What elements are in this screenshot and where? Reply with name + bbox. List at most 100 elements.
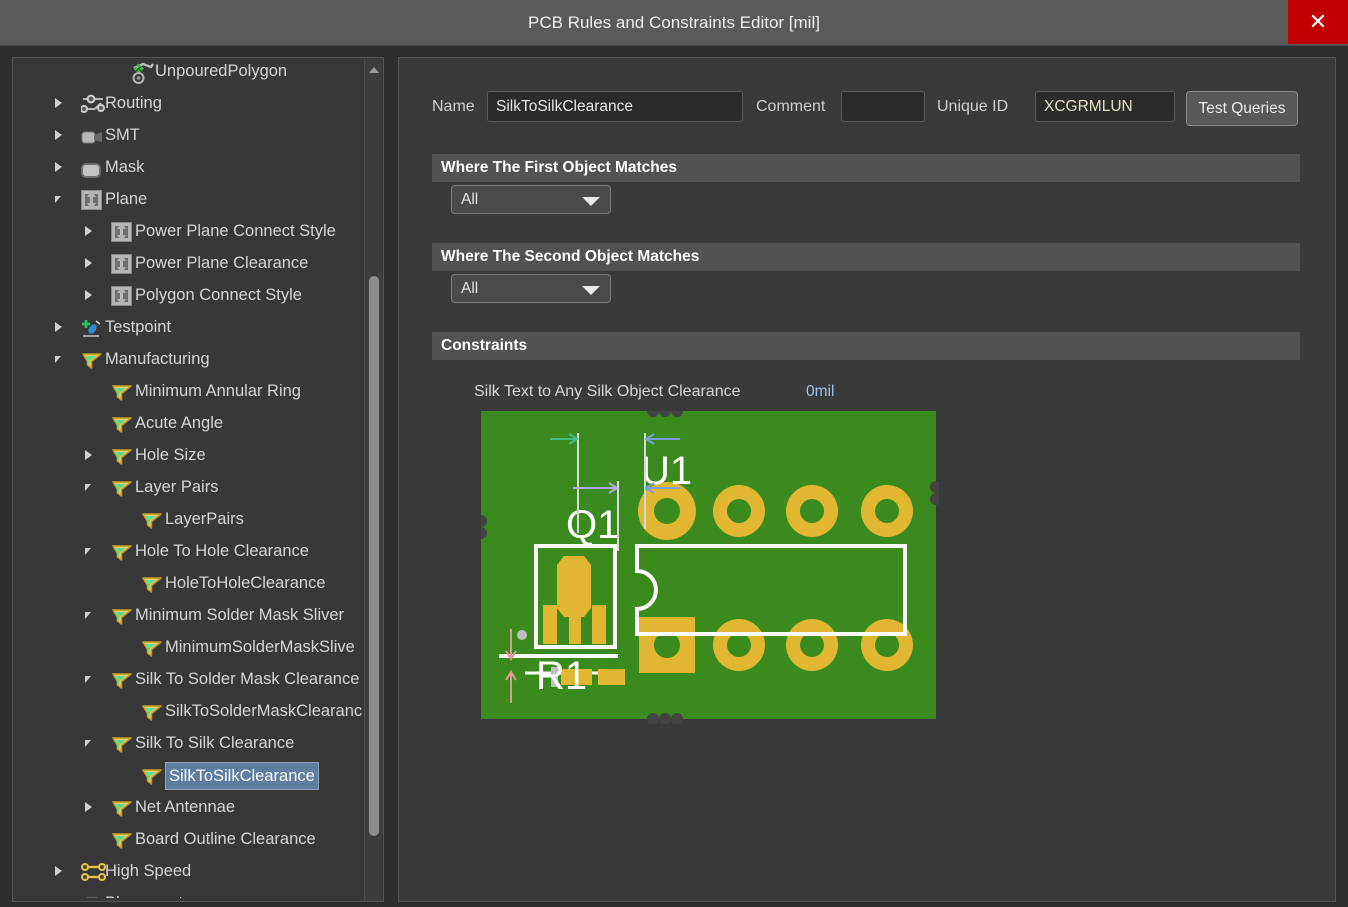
triangle-glyph [85, 548, 91, 555]
mask-icon [81, 157, 102, 177]
tree-item-label: Placement [105, 887, 183, 898]
tree-item-routing[interactable]: Routing [13, 87, 365, 119]
tree-item-minimumsoldermaskslive[interactable]: MinimumSolderMaskSlive [13, 631, 365, 663]
expand-triangle-icon[interactable] [53, 855, 67, 887]
tree-item-holetoholeclearance[interactable]: HoleToHoleClearance [13, 567, 365, 599]
pcb-designator-q1: Q1 [566, 503, 619, 547]
test-queries-button[interactable]: Test Queries [1186, 91, 1298, 126]
tree-item-power-plane-clearance[interactable]: Power Plane Clearance [13, 247, 365, 279]
tree-item-minimum-solder-mask-sliver[interactable]: Minimum Solder Mask Sliver [13, 599, 365, 631]
tree-scrollbar[interactable] [364, 59, 382, 902]
tree-item-unpouredpolygon[interactable]: UnpouredPolygon [13, 57, 365, 87]
expand-triangle-icon[interactable] [53, 311, 67, 343]
second-object-scope-value: All [461, 275, 478, 302]
triangle-glyph [55, 98, 62, 108]
manufacturing-icon [111, 797, 132, 817]
triangle-glyph [85, 484, 91, 491]
manufacturing-icon [111, 477, 132, 497]
manufacturing-icon [111, 733, 132, 753]
collapse-triangle-icon[interactable] [53, 183, 67, 215]
tree-item-plane[interactable]: Plane [13, 183, 365, 215]
tree-item-label: Power Plane Connect Style [135, 215, 336, 247]
chevron-down-icon [582, 197, 600, 206]
first-object-scope-value: All [461, 186, 478, 213]
expand-triangle-icon[interactable] [83, 247, 97, 279]
expand-triangle-icon[interactable] [83, 439, 97, 471]
expand-triangle-icon[interactable] [53, 887, 67, 898]
manufacturing-icon [141, 765, 162, 785]
triangle-glyph [85, 290, 92, 300]
tree-item-silktosilkclearance[interactable]: SilkToSilkClearance [13, 759, 365, 791]
expand-triangle-icon[interactable] [53, 151, 67, 183]
triangle-glyph [85, 226, 92, 236]
collapse-triangle-icon[interactable] [83, 727, 97, 759]
pcb-designator-r1: R1 [536, 654, 587, 698]
tree-item-manufacturing[interactable]: Manufacturing [13, 343, 365, 375]
tree-item-silktosoldermaskclearanc[interactable]: SilkToSolderMaskClearanc [13, 695, 365, 727]
smt-icon [81, 125, 102, 145]
constraint-value[interactable]: 0mil [806, 378, 834, 406]
tree-item-hole-size[interactable]: Hole Size [13, 439, 365, 471]
window-titlebar: PCB Rules and Constraints Editor [mil] ✕ [0, 0, 1348, 45]
tree-item-silk-to-silk-clearance[interactable]: Silk To Silk Clearance [13, 727, 365, 759]
section-header-constraints: Constraints [432, 332, 1300, 360]
expand-triangle-icon[interactable] [83, 215, 97, 247]
expand-triangle-icon[interactable] [83, 279, 97, 311]
tree-item-label: UnpouredPolygon [155, 57, 287, 87]
tree-item-minimum-annular-ring[interactable]: Minimum Annular Ring [13, 375, 365, 407]
unique-id-input[interactable]: XCGRMLUN [1035, 91, 1175, 122]
expand-triangle-icon[interactable] [53, 119, 67, 151]
unique-id-label: Unique ID [937, 91, 1008, 122]
chevron-down-icon [582, 286, 600, 295]
manufacturing-icon [141, 637, 162, 657]
close-button[interactable]: ✕ [1288, 0, 1348, 44]
unpoured-polygon-icon [131, 61, 152, 81]
tree-item-power-plane-connect-style[interactable]: Power Plane Connect Style [13, 215, 365, 247]
manufacturing-icon [111, 669, 132, 689]
tree-item-hole-to-hole-clearance[interactable]: Hole To Hole Clearance [13, 535, 365, 567]
comment-input[interactable] [841, 91, 925, 122]
collapse-triangle-icon[interactable] [83, 599, 97, 631]
tree-item-label: Layer Pairs [135, 471, 218, 503]
constraint-row: Silk Text to Any Silk Object Clearance 0… [399, 378, 1336, 408]
tree-item-testpoint[interactable]: Testpoint [13, 311, 365, 343]
tree-item-polygon-connect-style[interactable]: Polygon Connect Style [13, 279, 365, 311]
tree-item-high-speed[interactable]: High Speed [13, 855, 365, 887]
collapse-triangle-icon[interactable] [83, 535, 97, 567]
tree-item-label: High Speed [105, 855, 191, 887]
tree-item-net-antennae[interactable]: Net Antennae [13, 791, 365, 823]
second-object-scope-dropdown[interactable]: All [451, 274, 611, 303]
triangle-glyph [55, 322, 62, 332]
tree-item-mask[interactable]: Mask [13, 151, 365, 183]
tree-item-label: SMT [105, 119, 140, 151]
tree-item-silk-to-solder-mask-clearance[interactable]: Silk To Solder Mask Clearance [13, 663, 365, 695]
collapse-triangle-icon[interactable] [83, 471, 97, 503]
name-input[interactable]: SilkToSilkClearance [487, 91, 743, 122]
first-object-scope-dropdown[interactable]: All [451, 185, 611, 214]
tree-scrollbar-thumb[interactable] [369, 276, 379, 836]
tree-item-placement[interactable]: Placement [13, 887, 365, 898]
scroll-up-arrow-icon[interactable] [365, 59, 382, 81]
collapse-triangle-icon[interactable] [53, 343, 67, 375]
section-header-second-object: Where The Second Object Matches [432, 243, 1300, 271]
tree-item-layer-pairs[interactable]: Layer Pairs [13, 471, 365, 503]
triangle-glyph [55, 866, 62, 876]
triangle-glyph [85, 802, 92, 812]
tree-item-acute-angle[interactable]: Acute Angle [13, 407, 365, 439]
tree-item-smt[interactable]: SMT [13, 119, 365, 151]
tree-item-label: SilkToSilkClearance [165, 762, 319, 790]
constraint-label: Silk Text to Any Silk Object Clearance [474, 378, 741, 406]
manufacturing-icon [111, 413, 132, 433]
tree-item-label: Testpoint [105, 311, 171, 343]
rule-identity-row: Name SilkToSilkClearance Comment Unique … [399, 91, 1336, 131]
expand-triangle-icon[interactable] [53, 87, 67, 119]
manufacturing-icon [111, 541, 132, 561]
tree-item-label: MinimumSolderMaskSlive [165, 631, 355, 663]
collapse-triangle-icon[interactable] [83, 663, 97, 695]
tree-item-label: Minimum Annular Ring [135, 375, 301, 407]
expand-triangle-icon[interactable] [83, 791, 97, 823]
placement-icon [81, 893, 102, 898]
tree-item-board-outline-clearance[interactable]: Board Outline Clearance [13, 823, 365, 855]
tree-item-layerpairs[interactable]: LayerPairs [13, 503, 365, 535]
triangle-glyph [85, 258, 92, 268]
